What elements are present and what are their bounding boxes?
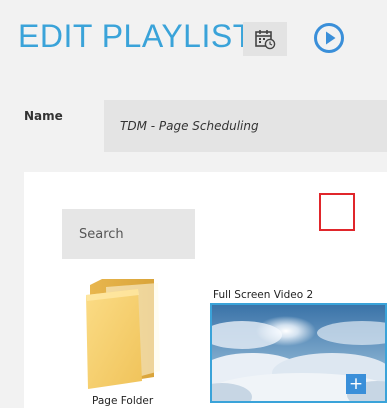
page-header: EDIT PLAYLIST	[0, 0, 387, 80]
name-label: Name	[24, 109, 63, 123]
search-input[interactable]: Search	[62, 209, 195, 259]
add-to-playlist-button[interactable]: +	[346, 374, 366, 394]
calendar-clock-icon	[255, 30, 276, 50]
highlight-box	[319, 193, 355, 231]
play-button[interactable]	[313, 22, 345, 54]
page-title: EDIT PLAYLIST	[18, 18, 253, 54]
library-item-folder[interactable]: Page Folder	[82, 279, 192, 408]
folder-icon	[86, 279, 160, 389]
name-input[interactable]: TDM - Page Scheduling	[104, 100, 387, 152]
video-title: Full Screen Video 2	[213, 289, 314, 301]
folder-label: Page Folder	[92, 395, 154, 407]
play-circle-icon	[314, 23, 344, 53]
schedule-button[interactable]	[243, 22, 287, 56]
